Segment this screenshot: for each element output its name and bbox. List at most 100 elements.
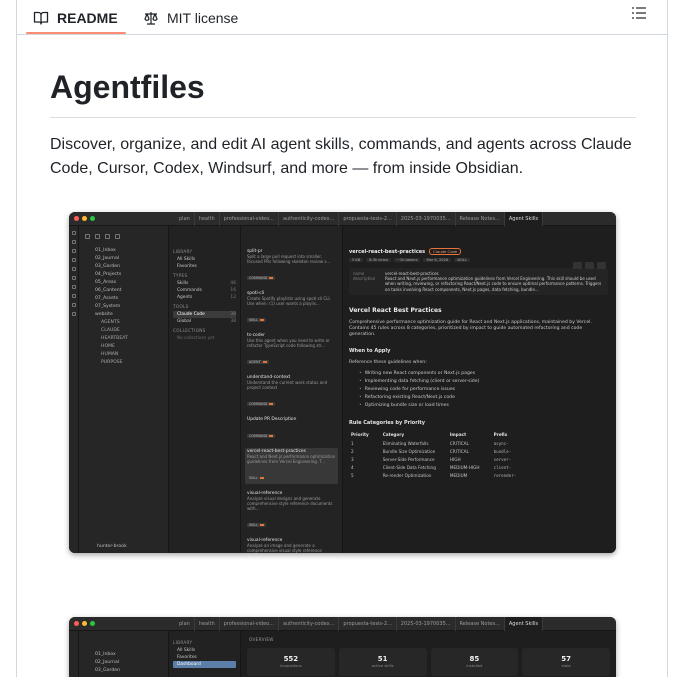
doc-intro: Comprehensive performance optimization g…	[349, 319, 592, 337]
skill-title: Update PR Description	[247, 417, 297, 422]
tool-marker-icon	[269, 403, 274, 405]
table-cell: 2	[351, 448, 354, 454]
library-item-label: All Skills	[177, 257, 196, 262]
tool-marker-icon	[269, 277, 274, 279]
chip: Mar 6, 2026	[423, 258, 452, 262]
folder-item: 03_Garden	[95, 264, 120, 269]
open-icon	[597, 262, 606, 269]
ribbon-icon	[71, 267, 76, 271]
ribbon-icon	[71, 258, 76, 262]
close-dot-icon	[74, 216, 79, 221]
app-screenshot-dashboard[interactable]: plan health professional-video... authen…	[69, 617, 616, 677]
tab-license[interactable]: MIT license	[143, 0, 238, 35]
skill-desc: Understand the current work status and p…	[247, 380, 328, 390]
list-item: Writing new React components or Next.js …	[349, 370, 608, 378]
new-folder-icon	[95, 234, 100, 239]
skill-card: Update PR Description COMMAND	[245, 416, 338, 442]
file-tree-items: 01_Inbox 02_Journal 03_Garden 04_Project…	[85, 247, 168, 367]
table-row: 5 Re-render Optimization MEDIUM rerender-	[349, 472, 528, 480]
library-item-label: All Skills	[177, 648, 196, 653]
ribbon-bar	[69, 226, 79, 553]
stat-value: 552	[283, 655, 299, 663]
folder-item: 05_Areas	[95, 280, 117, 285]
window-tab: professional-video...	[220, 212, 279, 226]
active-tab-indicator	[26, 32, 126, 34]
close-dot-icon	[74, 621, 79, 626]
minimize-dot-icon	[82, 621, 87, 626]
vault-name: hunter-brook	[97, 544, 127, 549]
tab-readme-label: README	[57, 9, 118, 26]
sort-icon	[105, 234, 110, 239]
table-cell: server-	[493, 456, 512, 462]
tool-marker-icon	[262, 361, 267, 363]
folder-item: 01_Inbox	[95, 248, 116, 253]
window-tab-active: Agent Skills	[504, 212, 544, 226]
type-label: Commands	[177, 288, 202, 293]
table-cell: Server-Side Performance	[382, 456, 435, 462]
table-header: Priority Category Impact Prefix	[349, 432, 528, 440]
library-heading: LIBRARY	[173, 249, 193, 254]
table-cell: Bundle Size Optimization	[382, 448, 436, 454]
file-item: HEARTBEAT	[101, 336, 128, 341]
book-icon	[33, 11, 49, 25]
detail-title: vercel-react-best-practices	[349, 248, 426, 255]
skill-desc: Analyze an image and generate a comprehe…	[247, 543, 322, 553]
edit-icon	[585, 262, 594, 269]
skill-kind: COMMAND	[247, 276, 276, 280]
folder-item: 07_System	[95, 304, 121, 309]
folder-item: 01_Inbox	[95, 652, 116, 657]
frontmatter-value: React and Next.js performance optimizati…	[385, 276, 602, 292]
skill-kind: COMMAND	[247, 402, 276, 406]
outline-button[interactable]	[627, 2, 651, 24]
stat-label: invocations	[280, 663, 302, 668]
library-heading: LIBRARY	[173, 640, 193, 645]
type-item-agents: Agents 12	[173, 294, 236, 301]
tool-marker-icon	[260, 477, 265, 479]
list-item: Reviewing code for performance issues	[349, 386, 608, 394]
window-tab: health	[195, 617, 220, 631]
doc-subheading: Rule Categories by Priority	[349, 419, 426, 426]
frontmatter-row: description React and Next.js performance…	[353, 276, 604, 292]
table-cell: bundle-	[493, 448, 512, 454]
window-tab: propuesta-tesis-2...	[339, 617, 397, 631]
app-screenshot[interactable]: plan health professional-video... authen…	[69, 212, 616, 553]
skill-kind-label: COMMAND	[249, 402, 268, 406]
ribbon-icon	[71, 312, 76, 316]
table-cell: Re-render Optimization	[382, 472, 432, 478]
folder-item: 02_Journal	[95, 256, 120, 261]
stat-value: 85	[469, 655, 480, 663]
file-explorer: 01_Inbox 02_Journal 03_Garden	[79, 631, 169, 677]
window-tab: 2025-03-1970035...	[397, 212, 456, 226]
ribbon-bar	[69, 631, 79, 677]
file-item: HUMAN	[101, 352, 119, 357]
stat-value: 57	[561, 655, 571, 663]
chip: 5 KB	[349, 258, 364, 262]
table-cell: CRITICAL	[449, 448, 469, 454]
overview-heading: OVERVIEW	[249, 637, 274, 642]
library-item-favorites: Favorites	[173, 263, 236, 270]
file-item: PURPOSE	[101, 360, 123, 365]
library-item-label: Favorites	[177, 264, 197, 269]
library-item-label: Dashboard	[177, 662, 201, 667]
stat-label: active skills	[371, 663, 394, 668]
type-label: Skills	[177, 281, 189, 286]
window-tab: 2025-03-1970035...	[397, 617, 456, 631]
window-tab: authenticity-codex...	[279, 212, 340, 226]
title-divider	[50, 117, 636, 118]
table-cell: async-	[493, 440, 509, 446]
type-item-skills: Skills 46	[173, 280, 236, 287]
file-item: CLAUDE	[101, 328, 120, 333]
window-controls	[74, 216, 95, 221]
folder-item: 06_Content	[95, 288, 122, 293]
tab-readme[interactable]: README	[33, 0, 118, 35]
file-tree-items: 01_Inbox 02_Journal 03_Garden	[85, 651, 168, 675]
collapse-icon	[115, 234, 120, 239]
detail-header: vercel-react-best-practices Claude Code	[349, 248, 608, 255]
frontmatter-key: description	[353, 276, 376, 282]
doc-bullet-list: Writing new React components or Next.js …	[349, 370, 608, 410]
priority-table: Priority Category Impact Prefix 1 Elimina…	[349, 432, 528, 480]
skill-desc: Create Spotify playlists using spoti-cli…	[247, 296, 331, 306]
skill-kind: COMMAND	[247, 434, 276, 438]
ribbon-icon	[71, 231, 76, 235]
doc-subheading: When to Apply	[349, 347, 391, 354]
